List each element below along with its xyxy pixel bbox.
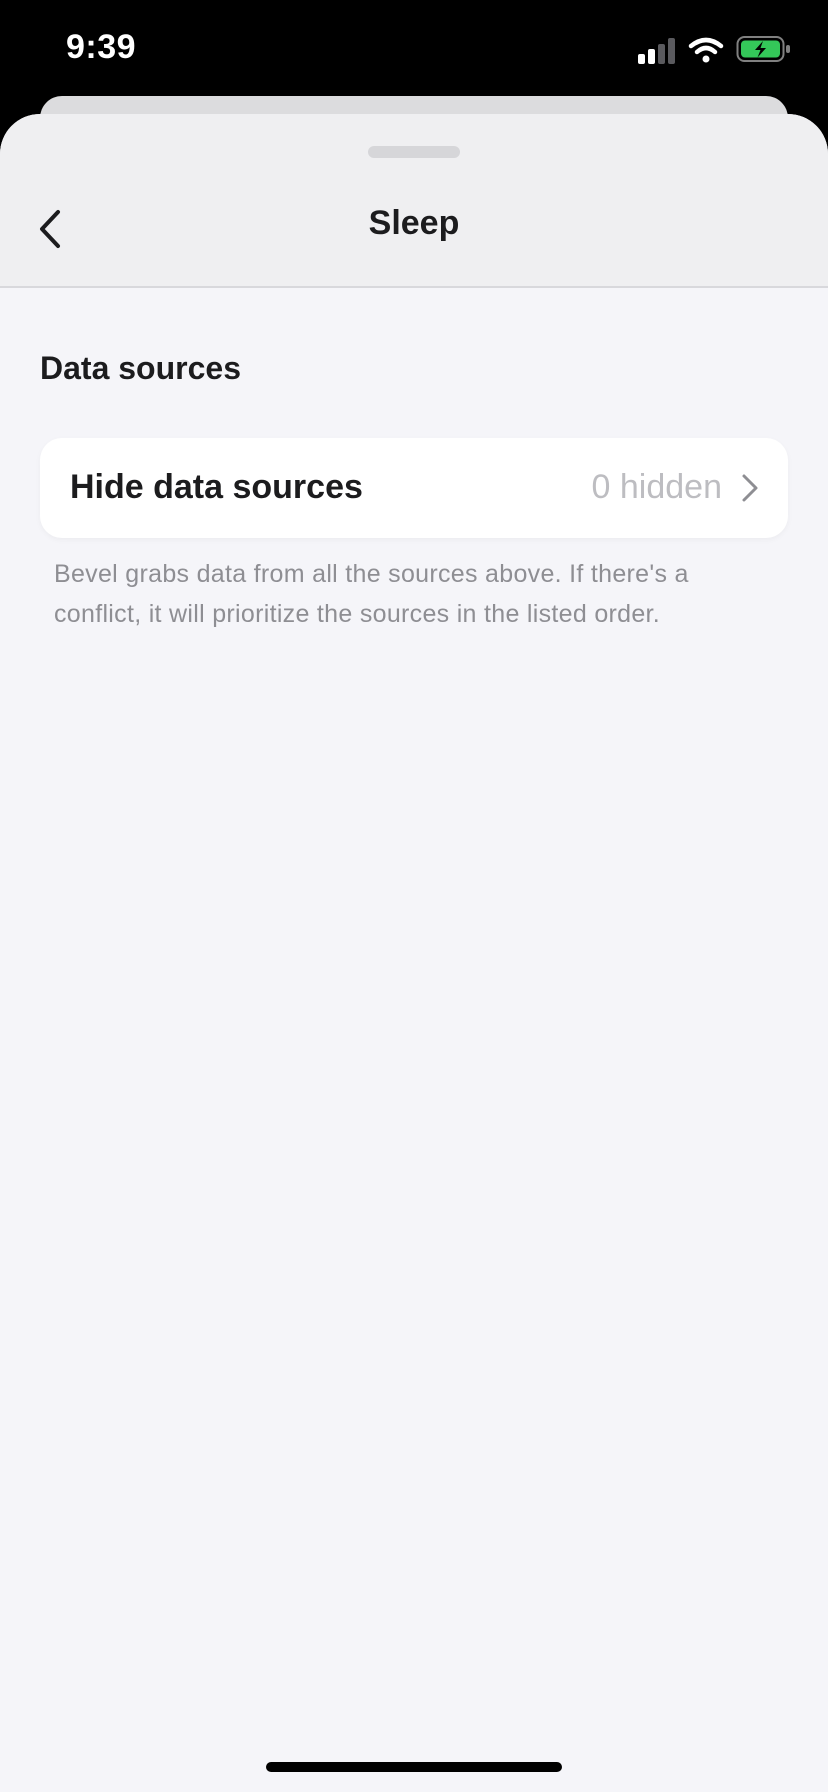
page-title: Sleep (368, 204, 460, 242)
status-time: 9:39 (66, 28, 137, 66)
battery-charging-icon (736, 36, 790, 62)
hidden-count: 0 hidden (591, 468, 722, 506)
section-footnote: Bevel grabs data from all the sources ab… (54, 560, 689, 628)
status-bar: 9:39 (0, 0, 828, 96)
chevron-right-icon (742, 474, 758, 502)
section-title: Data sources (40, 350, 241, 386)
home-indicator[interactable] (266, 1762, 562, 1772)
status-icons (638, 34, 798, 66)
signal-icon (638, 38, 675, 64)
sheet-header: Sleep (0, 114, 828, 288)
row-label: Hide data sources (70, 468, 363, 506)
sheet: Sleep Data sources Hide data sources 0 h… (0, 114, 828, 1792)
wifi-icon (688, 37, 724, 63)
sheet-grabber[interactable] (368, 146, 460, 158)
hide-data-sources-row[interactable]: Hide data sources 0 hidden (40, 438, 788, 538)
